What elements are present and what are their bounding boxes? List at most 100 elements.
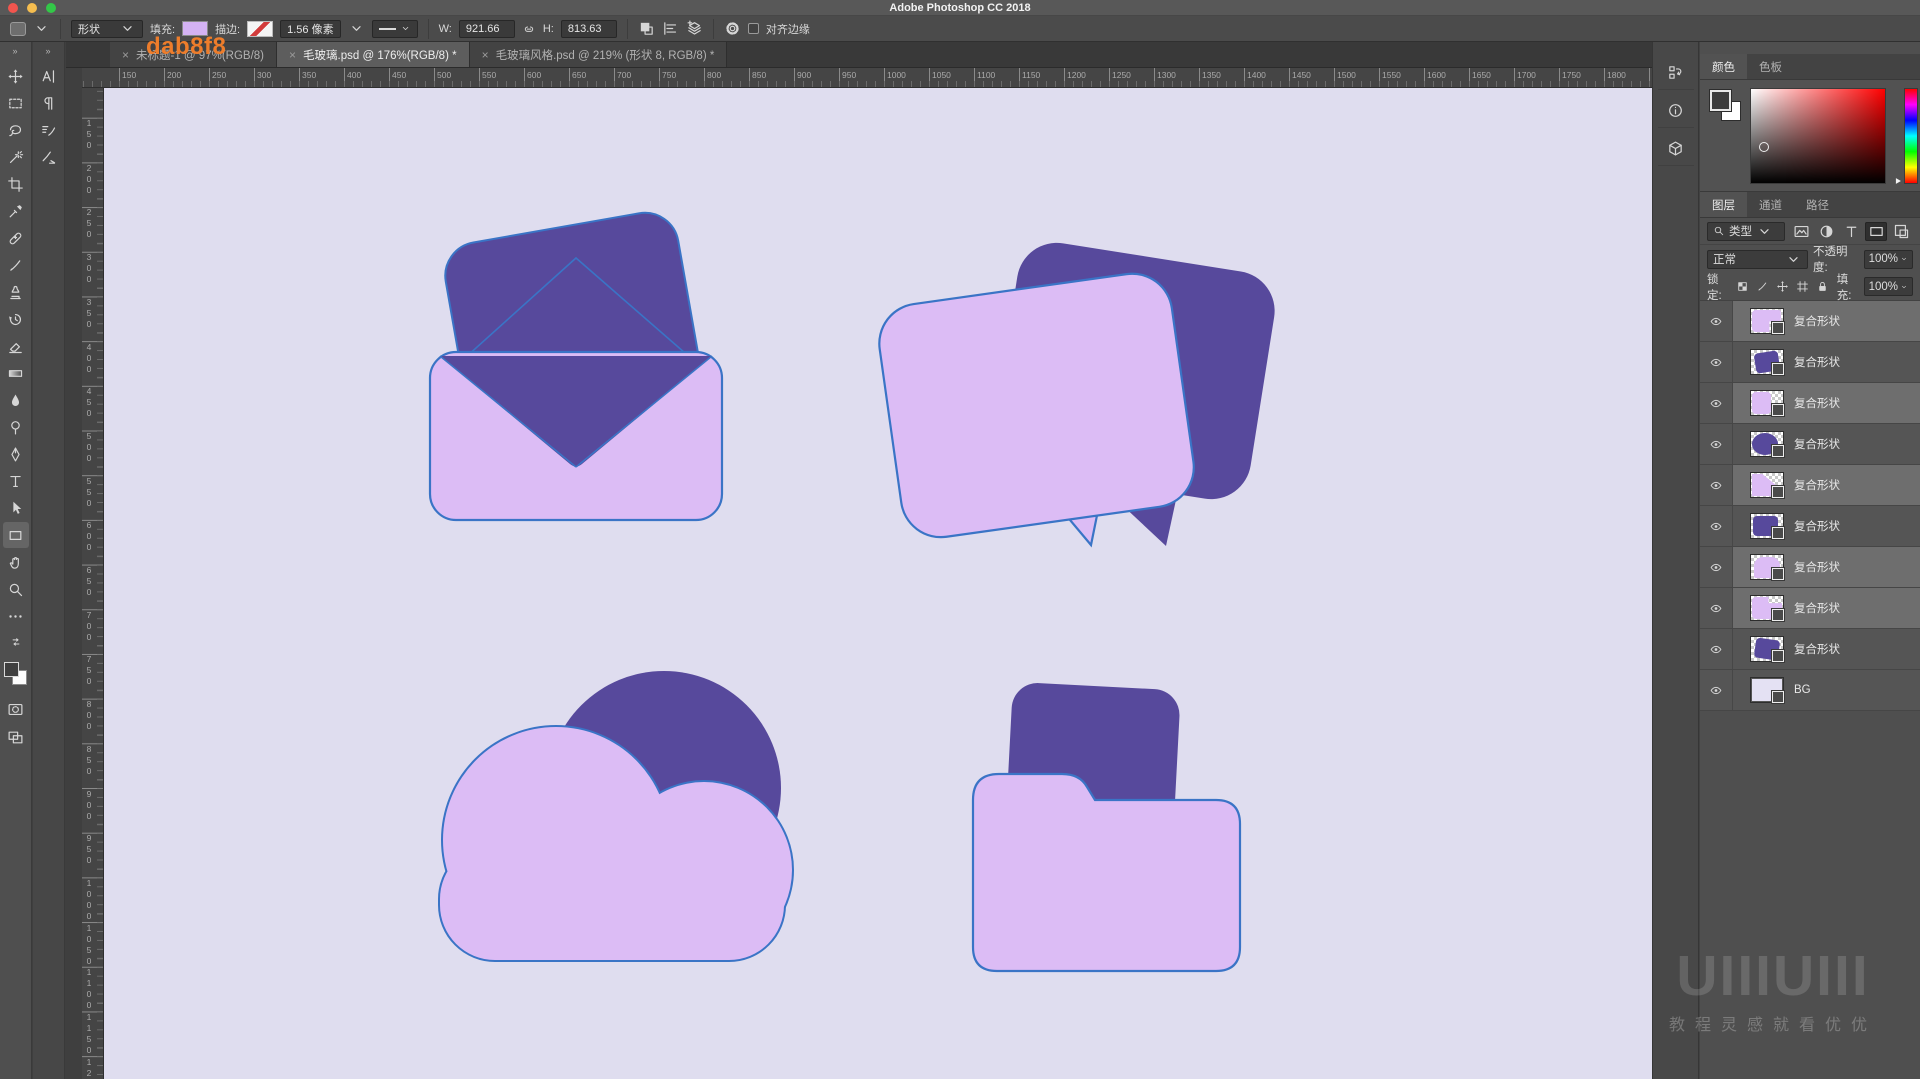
filter-smart-objects-icon[interactable] [1890, 222, 1912, 241]
layer-visibility-toggle[interactable] [1700, 547, 1733, 587]
layer-thumbnail[interactable] [1750, 636, 1784, 662]
tool-preset-icon[interactable] [10, 22, 26, 36]
more-tools[interactable] [3, 603, 29, 629]
layer-visibility-toggle[interactable] [1700, 588, 1733, 628]
hue-strip[interactable] [1904, 88, 1918, 184]
link-dimensions-icon[interactable] [522, 22, 536, 36]
layer-fill-input[interactable]: 100% [1864, 277, 1913, 296]
layer-thumbnail[interactable] [1750, 349, 1784, 375]
foreground-background-swatches[interactable] [4, 662, 28, 686]
brush-settings-panel-icon[interactable] [36, 117, 62, 143]
height-input[interactable]: 813.63 [561, 20, 617, 38]
eyedropper-tool[interactable] [3, 198, 29, 224]
layer-thumbnail[interactable] [1750, 472, 1784, 498]
type-tool[interactable] [3, 468, 29, 494]
filter-type-layers-icon[interactable] [1840, 222, 1862, 241]
horizontal-ruler[interactable]: 1502002503003504004505005506006507007508… [82, 68, 1652, 88]
layer-name[interactable]: 复合形状 [1794, 518, 1840, 534]
close-tab-icon[interactable]: × [122, 48, 129, 62]
lock-transparent-pixels-icon[interactable] [1734, 278, 1752, 296]
crop-tool[interactable] [3, 171, 29, 197]
history-brush-tool[interactable] [3, 306, 29, 332]
tab-paths[interactable]: 路径 [1794, 192, 1841, 217]
brushes-panel-icon[interactable] [36, 144, 62, 170]
layer-name[interactable]: 复合形状 [1794, 395, 1840, 411]
tab-color[interactable]: 颜色 [1700, 54, 1747, 79]
stroke-width-input[interactable]: 1.56 像素 [280, 20, 340, 38]
layer-thumbnail[interactable] [1750, 595, 1784, 621]
layer-visibility-toggle[interactable] [1700, 383, 1733, 423]
layer-visibility-toggle[interactable] [1700, 629, 1733, 669]
lock-all-icon[interactable] [1814, 278, 1832, 296]
move-tool[interactable] [3, 63, 29, 89]
blur-tool[interactable] [3, 387, 29, 413]
opacity-input[interactable]: 100% [1864, 250, 1913, 269]
path-selection-tool[interactable] [3, 495, 29, 521]
dodge-tool[interactable] [3, 414, 29, 440]
layer-visibility-toggle[interactable] [1700, 670, 1733, 710]
paragraph-panel-icon[interactable] [36, 90, 62, 116]
gradient-tool[interactable] [3, 360, 29, 386]
layer-row[interactable]: 复合形状 [1700, 301, 1920, 342]
minimize-window-button[interactable] [27, 3, 37, 13]
stroke-style-select[interactable] [372, 20, 418, 38]
marquee-tool[interactable] [3, 90, 29, 116]
layer-visibility-toggle[interactable] [1700, 301, 1733, 341]
layer-visibility-toggle[interactable] [1700, 506, 1733, 546]
document-tab-3[interactable]: × 毛玻璃风格.psd @ 219% (形状 8, RGB/8) * [470, 42, 728, 67]
layer-name[interactable]: 复合形状 [1794, 354, 1840, 370]
stroke-color-swatch[interactable] [247, 21, 273, 37]
foreground-color-swatch[interactable] [4, 662, 19, 677]
lock-artboard-icon[interactable] [1794, 278, 1812, 296]
brush-tool[interactable] [3, 252, 29, 278]
info-panel-icon[interactable] [1658, 94, 1694, 128]
quick-mask-button[interactable] [3, 696, 29, 722]
close-tab-icon[interactable]: × [289, 48, 296, 62]
hue-slider-icon[interactable] [1893, 176, 1903, 186]
layer-row[interactable]: 复合形状 [1700, 506, 1920, 547]
filter-pixel-layers-icon[interactable] [1790, 222, 1812, 241]
history-panel-icon[interactable] [1658, 56, 1694, 90]
hand-tool[interactable] [3, 549, 29, 575]
close-window-button[interactable] [8, 3, 18, 13]
layer-row[interactable]: 复合形状 [1700, 383, 1920, 424]
layer-thumbnail[interactable] [1750, 513, 1784, 539]
layer-row[interactable]: 复合形状 [1700, 424, 1920, 465]
layer-row[interactable]: BG [1700, 670, 1920, 711]
layer-row[interactable]: 复合形状 [1700, 629, 1920, 670]
zoom-window-button[interactable] [46, 3, 56, 13]
panel-foreground-swatch[interactable] [1710, 90, 1731, 111]
saturation-brightness-field[interactable] [1750, 88, 1886, 184]
layer-visibility-toggle[interactable] [1700, 424, 1733, 464]
color-picker-handle[interactable] [1759, 142, 1769, 152]
path-arrangement-icon[interactable] [686, 20, 703, 37]
gear-icon[interactable] [724, 20, 741, 37]
layer-row[interactable]: 复合形状 [1700, 465, 1920, 506]
layer-name[interactable]: 复合形状 [1794, 559, 1840, 575]
layer-filter-select[interactable]: 类型 [1707, 222, 1785, 241]
layer-name[interactable]: BG [1794, 684, 1811, 696]
tool-mode-select[interactable]: 形状 [71, 20, 143, 38]
zoom-tool[interactable] [3, 576, 29, 602]
filter-adjustment-layers-icon[interactable] [1815, 222, 1837, 241]
layer-row[interactable]: 复合形状 [1700, 547, 1920, 588]
vertical-ruler[interactable]: 1502002503003504004505005506006507007508… [82, 88, 104, 1079]
toolbar-expand-icon[interactable]: » [12, 42, 18, 62]
layer-thumbnail[interactable] [1750, 677, 1784, 703]
tab-swatches[interactable]: 色板 [1747, 54, 1794, 79]
layer-name[interactable]: 复合形状 [1794, 436, 1840, 452]
document-tab-2[interactable]: × 毛玻璃.psd @ 176%(RGB/8) * [277, 42, 470, 67]
lock-image-pixels-icon[interactable] [1754, 278, 1772, 296]
layer-row[interactable]: 复合形状 [1700, 342, 1920, 383]
dock-expand-icon[interactable]: » [45, 42, 51, 62]
swap-colors-icon[interactable] [3, 631, 29, 657]
layer-name[interactable]: 复合形状 [1794, 477, 1840, 493]
character-panel-icon[interactable] [36, 63, 62, 89]
layer-thumbnail[interactable] [1750, 431, 1784, 457]
blend-mode-select[interactable]: 正常 [1707, 250, 1808, 269]
chevron-down-icon[interactable] [33, 20, 50, 37]
lock-position-icon[interactable] [1774, 278, 1792, 296]
clone-stamp-tool[interactable] [3, 279, 29, 305]
screen-mode-button[interactable] [3, 724, 29, 750]
close-tab-icon[interactable]: × [482, 48, 489, 62]
